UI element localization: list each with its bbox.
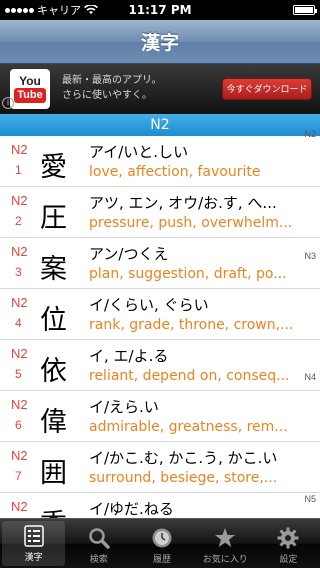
kanji-meaning: admirable, greatness, rem... (89, 419, 288, 435)
kanji-reading: イ/えら.い (89, 398, 159, 416)
kanji-reading: アイ/いと.しい (89, 143, 189, 161)
kanji-number-label: 6 (15, 418, 22, 432)
star-icon (213, 526, 237, 550)
kanji-meaning: love, affection, favourite (89, 164, 261, 180)
kanji-character: 圧 (40, 203, 67, 234)
list-item[interactable]: N2 2 圧 アツ, エン, オウ/お.す, へ... pressure, push, … (0, 187, 320, 238)
kanji-number-label: 7 (15, 469, 22, 483)
ad-banner[interactable]: You Tube i 最新・最高のアプリ。 さらに使いやすく。 今すぐダウンロー… (0, 64, 320, 114)
tab-label: お気に入り (202, 555, 248, 565)
list-item[interactable]: N2 4 位 イ/くらい, ぐらい rank, grade, throne, crown… (0, 289, 320, 340)
list-item[interactable]: N2 3 案 アン/つくえ plan, suggestion, draft, po... (0, 238, 320, 289)
kanji-level-label: N2 (11, 397, 28, 412)
tab-label: 履歴 (153, 555, 172, 565)
kanji-level-label: N2 (11, 193, 28, 208)
kanji-number-label: 2 (15, 214, 22, 228)
youtube-logo-you: You (19, 74, 41, 88)
navigation-bar: 漢字 (0, 20, 320, 64)
kanji-reading: イ/くらい, ぐらい (89, 296, 209, 314)
kanji-meaning: pressure, push, overwhelm... (89, 215, 293, 231)
kanji-reading: アツ, エン, オウ/お.す, へ... (89, 194, 277, 212)
kanji-reading: イ/かこ.む, かこ.う, かこ.い (89, 449, 278, 467)
tab-bar: 漢字 検索 履歴 お気に入り 設定 (0, 518, 320, 568)
battery-icon (293, 5, 317, 15)
index-marker-n4[interactable]: N4 (304, 372, 316, 382)
ad-text: 最新・最高のアプリ。 さらに使いやすく。 (62, 73, 162, 103)
youtube-logo[interactable]: You Tube (10, 69, 50, 109)
kanji-level-label: N2 (11, 142, 28, 157)
search-icon (87, 526, 111, 550)
clock-icon (150, 526, 174, 550)
kanji-level-label: N2 (11, 295, 28, 310)
tab-list[interactable]: 漢字 (2, 521, 66, 566)
kanji-character: 愛 (40, 152, 67, 183)
kanji-level-label: N2 (11, 448, 28, 463)
list-item[interactable]: N2 5 依 イ, エ/よ.る reliant, depend on, conseq..… (0, 340, 320, 391)
ad-info-icon[interactable]: i (2, 97, 14, 109)
kanji-level-label: N2 (11, 244, 28, 259)
list-icon (22, 524, 46, 548)
tab-label: 検索 (89, 555, 108, 565)
section-header: N2 (0, 114, 320, 136)
kanji-list[interactable]: N2 1 愛アイ/いと.しい love, affection, favourite N2… (0, 136, 320, 518)
list-item[interactable]: N28委イ/ゆだ.ねる (0, 493, 320, 518)
kanji-level-label: N2 (11, 499, 28, 514)
tab-clock[interactable]: 履歴 (130, 519, 193, 568)
kanji-level-label: N2 (11, 346, 28, 361)
status-bar: キャリア 11:17 PM (0, 0, 320, 20)
signal-strength-icon (5, 7, 34, 13)
ad-download-button[interactable]: 今すぐダウンロード (222, 78, 312, 100)
kanji-reading: アン/つくえ (89, 245, 169, 263)
wifi-icon (84, 5, 98, 14)
index-marker-n2[interactable]: N2 (304, 129, 316, 139)
tab-search[interactable]: 検索 (67, 519, 130, 568)
youtube-logo-tube: Tube (14, 88, 46, 103)
page-title: 漢字 (140, 32, 179, 54)
list-item[interactable]: N2 7 囲 イ/かこ.む, かこ.う, かこ.い surround, besiege,… (0, 442, 320, 493)
kanji-number-label: 3 (15, 265, 22, 279)
tab-label: 設定 (279, 555, 298, 565)
kanji-number-label: 1 (15, 163, 22, 177)
tab-gear[interactable]: 設定 (257, 519, 320, 568)
kanji-character: 依 (40, 356, 67, 387)
kanji-meaning: rank, grade, throne, crown,... (89, 317, 294, 333)
kanji-character: 囲 (40, 458, 67, 489)
kanji-reading: イ, エ/よ.る (89, 347, 169, 365)
ad-text-line-2: さらに使いやすく。 (62, 90, 152, 101)
kanji-meaning: plan, suggestion, draft, po... (89, 266, 287, 282)
kanji-character: 位 (40, 305, 67, 336)
carrier-label: キャリア (37, 4, 81, 17)
list-item[interactable]: N2 1 愛 アイ/いと.しい love, affection, favourite (0, 136, 320, 187)
gear-icon (276, 526, 300, 550)
kanji-number-label: 5 (15, 367, 22, 381)
index-marker-n5[interactable]: N5 (304, 494, 316, 504)
tab-star[interactable]: お気に入り (194, 519, 257, 568)
kanji-character: 案 (40, 254, 67, 285)
status-left: キャリア (5, 2, 98, 18)
kanji-character: 偉 (40, 407, 67, 438)
index-marker-n3[interactable]: N3 (304, 251, 316, 261)
kanji-character: 委 (40, 502, 67, 518)
kanji-number-label: 4 (15, 316, 22, 330)
kanji-reading: イ/ゆだ.ねる (89, 500, 174, 518)
kanji-meaning: surround, besiege, store,... (89, 470, 278, 486)
tab-label: 漢字 (24, 553, 43, 563)
kanji-meaning: reliant, depend on, conseq... (89, 368, 290, 384)
ad-text-line-1: 最新・最高のアプリ。 (62, 75, 162, 86)
list-item[interactable]: N2 6 偉 イ/えら.い admirable, greatness, rem... (0, 391, 320, 442)
